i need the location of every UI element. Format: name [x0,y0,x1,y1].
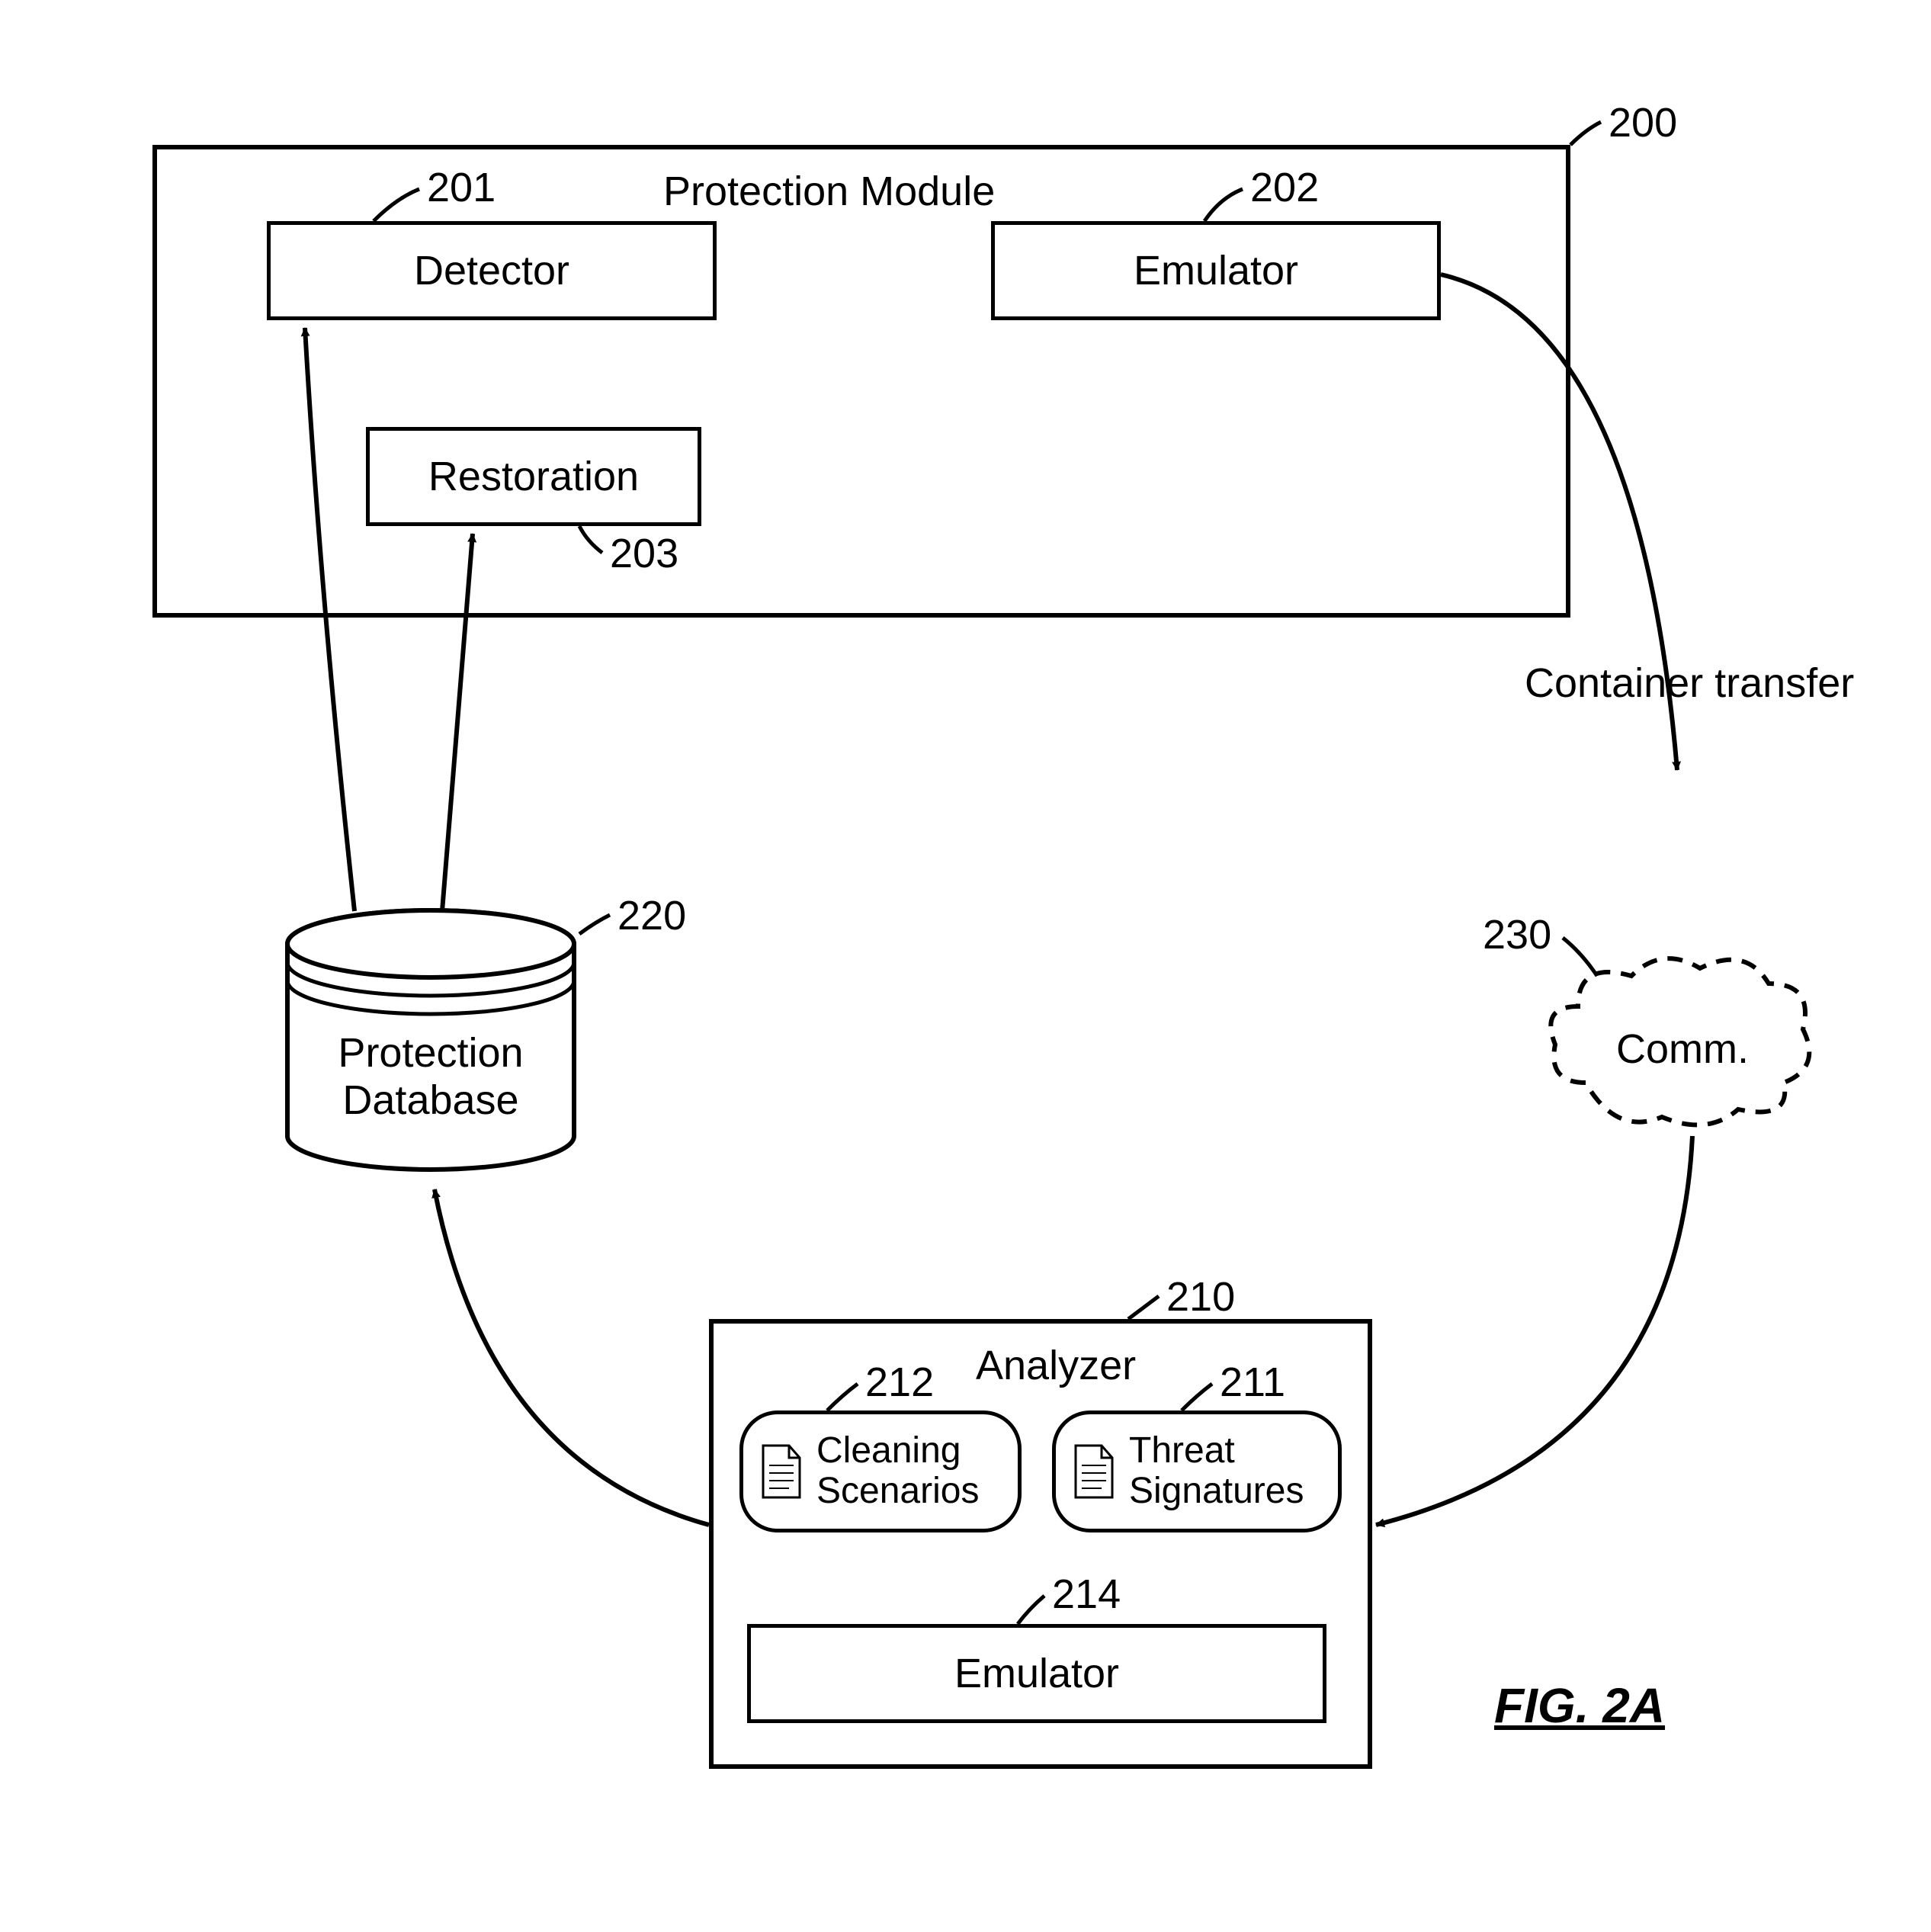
analyzer-title: Analyzer [976,1342,1136,1389]
threat-pill: Threat Signatures [1052,1410,1342,1532]
restoration-ref: 203 [610,530,678,577]
cleaning-pill: Cleaning Scenarios [739,1410,1022,1532]
database-ref: 220 [617,892,686,939]
threat-label-1: Threat [1129,1431,1304,1471]
cleaning-label-1: Cleaning [816,1431,979,1471]
restoration-label: Restoration [428,452,639,502]
restoration-box: Restoration [366,427,701,526]
protection-module-box [152,145,1570,618]
comm-ref: 230 [1483,911,1551,958]
comm-label: Comm. [1616,1025,1749,1073]
database-label-1: Protection [282,1029,579,1077]
document-icon [1071,1443,1117,1500]
detector-box: Detector [267,221,717,320]
analyzer-ref: 210 [1166,1273,1235,1321]
protection-module-ref: 200 [1609,99,1677,146]
detector-ref: 201 [427,164,496,211]
emulator-top-label: Emulator [1134,246,1298,296]
emulator-top-box: Emulator [991,221,1441,320]
diagram-root: Protection Module 200 Detector 201 Emula… [0,0,1931,1932]
emulator-top-ref: 202 [1250,164,1319,211]
emulator-analyzer-ref: 214 [1052,1571,1121,1618]
protection-database: Protection Database [282,907,579,1182]
threat-label-2: Signatures [1129,1471,1304,1512]
database-label-2: Database [282,1077,579,1124]
detector-label: Detector [414,246,569,296]
document-icon [759,1443,804,1500]
comm-cloud: Comm. [1540,945,1814,1144]
emulator-analyzer-box: Emulator [747,1624,1326,1723]
threat-ref: 211 [1220,1359,1285,1406]
protection-module-title: Protection Module [663,168,995,215]
container-transfer-label: Container transfer [1525,660,1854,707]
emulator-analyzer-label: Emulator [954,1649,1119,1699]
cleaning-label-2: Scenarios [816,1471,979,1512]
figure-label: FIG. 2A [1494,1677,1665,1734]
cleaning-ref: 212 [865,1359,934,1406]
